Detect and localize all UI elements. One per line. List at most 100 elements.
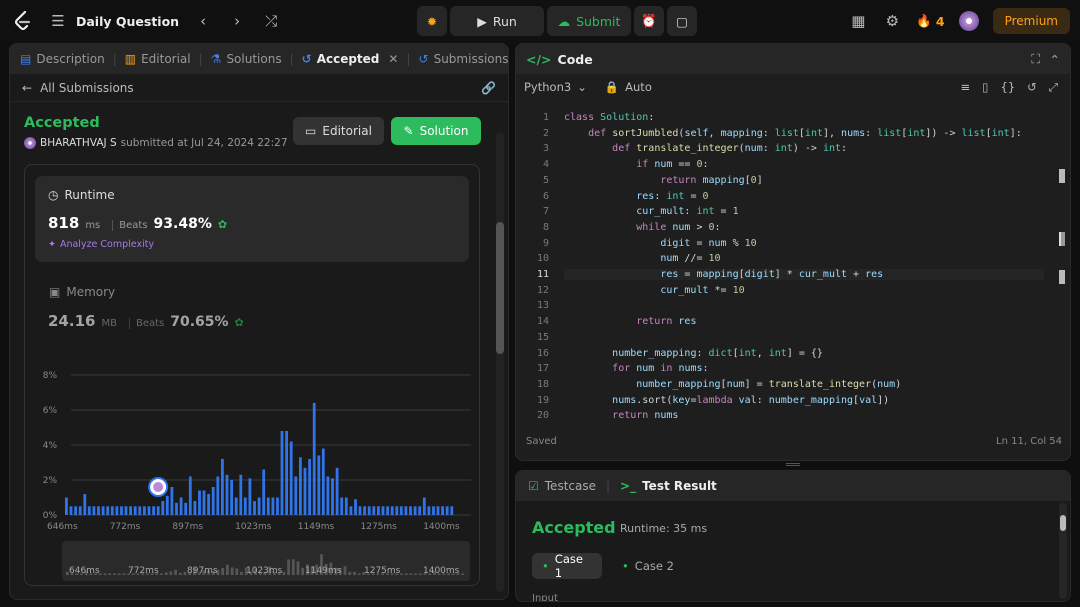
histogram-bar[interactable] bbox=[133, 506, 137, 516]
tab-testcase[interactable]: ☑ Testcase bbox=[528, 479, 596, 493]
braces-icon[interactable]: {} bbox=[1001, 80, 1016, 95]
histogram-bar[interactable] bbox=[138, 506, 142, 516]
histogram-bar[interactable] bbox=[377, 506, 380, 516]
runtime-card[interactable]: ◷ Runtime 818 ms Beats 93.48% ✿ ✦ Analyz… bbox=[35, 176, 469, 262]
panel-resize-handle[interactable] bbox=[786, 463, 800, 466]
histogram-bar[interactable] bbox=[69, 506, 73, 516]
code-line[interactable]: res: int = 0 bbox=[564, 191, 708, 202]
histogram-bar[interactable] bbox=[83, 494, 87, 515]
histogram-bar[interactable] bbox=[409, 506, 412, 516]
histogram-bar[interactable] bbox=[179, 497, 183, 516]
histogram-bar[interactable] bbox=[97, 506, 100, 516]
notes-button[interactable]: ▢ bbox=[667, 6, 697, 36]
code-line[interactable]: number_mapping[num] = translate_integer(… bbox=[564, 379, 901, 390]
histogram-bar[interactable] bbox=[170, 487, 174, 515]
histogram-bar[interactable] bbox=[326, 476, 330, 516]
histogram-bar[interactable] bbox=[441, 506, 444, 516]
histogram-bar[interactable] bbox=[92, 506, 96, 516]
histogram-bar[interactable] bbox=[399, 506, 403, 516]
histogram-bar[interactable] bbox=[198, 490, 201, 516]
problem-list-button[interactable]: ☰ Daily Question bbox=[48, 12, 179, 30]
histogram-bar[interactable] bbox=[331, 478, 334, 516]
editorial-button[interactable]: ▭ Editorial bbox=[293, 117, 384, 145]
histogram-bar[interactable] bbox=[312, 403, 316, 515]
histogram-bar[interactable] bbox=[367, 506, 371, 516]
histogram-bar[interactable] bbox=[404, 506, 408, 516]
histogram-bar[interactable] bbox=[381, 506, 385, 516]
code-line[interactable]: num //= 10 bbox=[564, 253, 720, 264]
shuffle-icon[interactable]: ⤮ bbox=[261, 12, 281, 30]
left-scrollbar[interactable] bbox=[496, 222, 504, 354]
histogram-bar[interactable] bbox=[427, 506, 431, 516]
code-line[interactable]: digit = num % 10 bbox=[564, 238, 756, 249]
histogram-bar[interactable] bbox=[193, 501, 197, 515]
run-button[interactable]: ▶ Run bbox=[450, 6, 544, 36]
histogram-bar[interactable] bbox=[271, 497, 275, 516]
code-line[interactable]: nums.sort(key=lambda val: number_mapping… bbox=[564, 395, 889, 406]
analyze-complexity-link[interactable]: ✦ Analyze Complexity bbox=[48, 239, 154, 250]
histogram-bar[interactable] bbox=[216, 476, 220, 516]
close-tab-icon[interactable]: ✕ bbox=[388, 52, 398, 66]
tab-test-result[interactable]: >_ Test Result bbox=[620, 479, 717, 493]
histogram-bar[interactable] bbox=[120, 506, 123, 516]
histogram-bar[interactable] bbox=[87, 506, 91, 516]
histogram-bar[interactable] bbox=[188, 476, 192, 516]
language-select[interactable]: Python3 ⌄ bbox=[524, 80, 587, 94]
premium-button[interactable]: Premium bbox=[992, 8, 1070, 34]
code-line[interactable]: while num > 0: bbox=[564, 222, 720, 233]
tab-editorial[interactable]: ▥ Editorial bbox=[125, 52, 191, 66]
histogram-bar[interactable] bbox=[372, 506, 376, 516]
streak-counter[interactable]: 🔥 4 bbox=[916, 13, 944, 29]
histogram-bar[interactable] bbox=[257, 497, 261, 516]
case-2-tab[interactable]: • Case 2 bbox=[612, 553, 684, 579]
code-line[interactable]: class Solution: bbox=[564, 112, 654, 123]
chart-range-slider[interactable]: 646ms 772ms 897ms 1023ms 1149ms 1275ms 1400ms bbox=[62, 541, 470, 581]
histogram-bar[interactable] bbox=[202, 490, 206, 516]
histogram-bar[interactable] bbox=[349, 506, 353, 516]
histogram-bar[interactable] bbox=[395, 506, 399, 516]
runtime-distribution-chart[interactable]: 8% 6% 4% 2% 0%646ms 772ms 897ms 1023ms 1149ms 127… bbox=[25, 360, 481, 540]
tab-description[interactable]: ▤ Description bbox=[20, 52, 105, 66]
histogram-bar[interactable] bbox=[450, 506, 454, 516]
tab-accepted[interactable]: ↺ Accepted ✕ bbox=[302, 52, 399, 66]
histogram-bar[interactable] bbox=[413, 506, 417, 516]
histogram-bar[interactable] bbox=[225, 474, 229, 516]
histogram-bar[interactable] bbox=[239, 474, 243, 516]
user-avatar[interactable] bbox=[958, 11, 979, 31]
histogram-bar[interactable] bbox=[308, 459, 311, 515]
histogram-bar[interactable] bbox=[418, 506, 422, 516]
histogram-bar[interactable] bbox=[303, 467, 307, 516]
case-1-tab[interactable]: • Case 1 bbox=[532, 552, 602, 580]
histogram-bar[interactable] bbox=[280, 431, 284, 515]
histogram-bar[interactable] bbox=[344, 497, 348, 516]
debug-button[interactable]: ✹ bbox=[417, 6, 447, 36]
histogram-bar[interactable] bbox=[243, 497, 247, 516]
fullscreen-icon[interactable]: ⤢ bbox=[1049, 80, 1058, 95]
code-line[interactable]: cur_mult *= 10 bbox=[564, 285, 744, 296]
histogram-bar[interactable] bbox=[445, 506, 449, 516]
code-editor[interactable]: 1 class Solution: 2 def sortJumbled(self, … bbox=[516, 108, 1070, 424]
left-scroll-track[interactable] bbox=[496, 132, 504, 592]
histogram-bar[interactable] bbox=[106, 506, 110, 516]
histogram-bar[interactable] bbox=[276, 497, 279, 516]
maximize-icon[interactable]: ⛶ bbox=[1031, 51, 1040, 67]
histogram-bar[interactable] bbox=[165, 495, 169, 516]
histogram-bar[interactable] bbox=[156, 506, 160, 516]
histogram-bar[interactable] bbox=[110, 506, 114, 516]
histogram-bar[interactable] bbox=[386, 506, 389, 516]
histogram-bar[interactable] bbox=[422, 497, 426, 516]
histogram-bar[interactable] bbox=[78, 506, 82, 516]
histogram-bar[interactable] bbox=[65, 497, 68, 516]
histogram-bar[interactable] bbox=[289, 441, 293, 516]
collapse-icon[interactable]: ⌃ bbox=[1050, 52, 1060, 67]
histogram-bar[interactable] bbox=[221, 459, 224, 515]
histogram-bar[interactable] bbox=[124, 506, 128, 516]
back-to-submissions[interactable]: ← All Submissions bbox=[22, 81, 134, 95]
post-solution-button[interactable]: ✎ Solution bbox=[391, 117, 481, 145]
code-line[interactable]: def sortJumbled(self, mapping: list[int]… bbox=[564, 128, 1022, 139]
histogram-bar[interactable] bbox=[321, 448, 325, 516]
histogram-bar[interactable] bbox=[230, 480, 233, 515]
result-scrollbar[interactable] bbox=[1060, 515, 1066, 531]
histogram-bar[interactable] bbox=[285, 431, 288, 515]
histogram-bar[interactable] bbox=[253, 501, 256, 515]
